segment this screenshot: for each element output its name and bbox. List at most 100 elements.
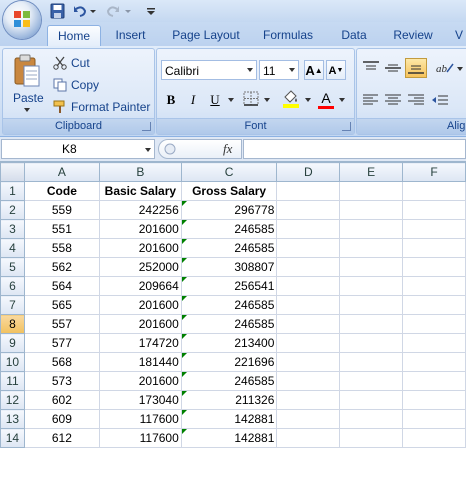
paste-button[interactable]: Paste bbox=[13, 91, 44, 105]
cell-code[interactable]: 558 bbox=[23, 238, 100, 258]
cell[interactable] bbox=[402, 428, 466, 448]
font-name-box[interactable]: Calibri bbox=[161, 60, 257, 80]
cell[interactable] bbox=[402, 238, 466, 258]
column-header[interactable]: C bbox=[180, 162, 278, 182]
cell[interactable] bbox=[276, 200, 341, 220]
row-header[interactable]: 13 bbox=[0, 409, 25, 429]
cell[interactable] bbox=[339, 409, 404, 429]
cell[interactable] bbox=[402, 181, 466, 201]
row-header[interactable]: 3 bbox=[0, 219, 25, 239]
grow-font-button[interactable]: A▲ bbox=[304, 60, 324, 80]
cell-gross-salary[interactable]: 256541 bbox=[180, 276, 278, 296]
font-color-button[interactable]: A bbox=[316, 87, 336, 107]
cell[interactable] bbox=[276, 371, 341, 391]
cell-gross-salary[interactable]: 211326 bbox=[180, 390, 278, 410]
cell[interactable] bbox=[402, 371, 466, 391]
cell[interactable] bbox=[276, 333, 341, 353]
tab-home[interactable]: Home bbox=[47, 25, 101, 47]
cell-basic-salary[interactable]: 181440 bbox=[98, 352, 182, 372]
undo-dropdown-icon[interactable] bbox=[90, 3, 96, 19]
cell-basic-salary[interactable]: 201600 bbox=[98, 238, 182, 258]
cell-code[interactable]: 573 bbox=[23, 371, 100, 391]
redo-dropdown-icon[interactable] bbox=[125, 3, 131, 19]
cell[interactable] bbox=[276, 428, 341, 448]
row-header[interactable]: 14 bbox=[0, 428, 25, 448]
cut-button[interactable]: Cut bbox=[71, 56, 90, 70]
cell[interactable] bbox=[276, 219, 341, 239]
row-header[interactable]: 7 bbox=[0, 295, 25, 315]
cell-gross-salary[interactable]: 142881 bbox=[180, 409, 278, 429]
column-header[interactable]: B bbox=[98, 162, 182, 182]
cell-code[interactable]: 557 bbox=[23, 314, 100, 334]
row-header[interactable]: 8 bbox=[0, 314, 25, 334]
cell-gross-salary[interactable]: 246585 bbox=[180, 371, 278, 391]
formula-input[interactable] bbox=[243, 139, 466, 159]
cell-basic-salary[interactable]: 201600 bbox=[98, 219, 182, 239]
cell-header[interactable]: Gross Salary bbox=[180, 181, 278, 201]
cell-gross-salary[interactable]: 246585 bbox=[180, 314, 278, 334]
row-header[interactable]: 12 bbox=[0, 390, 25, 410]
cell[interactable] bbox=[402, 257, 466, 277]
row-header[interactable]: 10 bbox=[0, 352, 25, 372]
cell-basic-salary[interactable]: 252000 bbox=[98, 257, 182, 277]
borders-dropdown-icon[interactable] bbox=[264, 98, 270, 102]
cell-code[interactable]: 612 bbox=[23, 428, 100, 448]
redo-icon[interactable] bbox=[103, 3, 121, 19]
borders-icon[interactable] bbox=[243, 91, 261, 107]
cell-code[interactable]: 565 bbox=[23, 295, 100, 315]
cell[interactable] bbox=[402, 352, 466, 372]
cell[interactable] bbox=[402, 219, 466, 239]
select-all-corner[interactable] bbox=[0, 162, 25, 182]
tab-view[interactable]: V bbox=[452, 25, 466, 46]
cell-basic-salary[interactable]: 201600 bbox=[98, 314, 182, 334]
name-box[interactable]: K8 bbox=[1, 139, 155, 159]
cell[interactable] bbox=[339, 390, 404, 410]
cell-basic-salary[interactable]: 209664 bbox=[98, 276, 182, 296]
row-header[interactable]: 1 bbox=[0, 181, 25, 201]
cell[interactable] bbox=[402, 200, 466, 220]
cell-basic-salary[interactable]: 201600 bbox=[98, 295, 182, 315]
underline-dropdown-icon[interactable] bbox=[228, 98, 234, 102]
align-right-icon[interactable] bbox=[407, 93, 425, 107]
cell[interactable] bbox=[276, 257, 341, 277]
cell[interactable] bbox=[276, 314, 341, 334]
row-header[interactable]: 4 bbox=[0, 238, 25, 258]
orientation-dropdown-icon[interactable] bbox=[457, 67, 463, 71]
cell-code[interactable]: 577 bbox=[23, 333, 100, 353]
worksheet-grid[interactable]: A B C D E F 1 Code Basic Salary Gross Sa… bbox=[0, 162, 466, 499]
cell-gross-salary[interactable]: 246585 bbox=[180, 295, 278, 315]
shrink-font-button[interactable]: A▼ bbox=[326, 60, 346, 80]
cell[interactable] bbox=[339, 333, 404, 353]
cell[interactable] bbox=[276, 409, 341, 429]
cell[interactable] bbox=[402, 276, 466, 296]
format-painter-button[interactable]: Format Painter bbox=[71, 100, 150, 114]
top-align-icon[interactable] bbox=[362, 61, 380, 75]
row-header[interactable]: 5 bbox=[0, 257, 25, 277]
cell-gross-salary[interactable]: 142881 bbox=[180, 428, 278, 448]
cell-gross-salary[interactable]: 221696 bbox=[180, 352, 278, 372]
font-size-dropdown-icon[interactable] bbox=[289, 68, 295, 72]
tab-formulas[interactable]: Formulas bbox=[257, 25, 319, 46]
font-color-dropdown-icon[interactable] bbox=[339, 98, 345, 102]
cell-code[interactable]: 609 bbox=[23, 409, 100, 429]
cell-code[interactable]: 551 bbox=[23, 219, 100, 239]
cell[interactable] bbox=[339, 181, 404, 201]
cell-gross-salary[interactable]: 213400 bbox=[180, 333, 278, 353]
cell[interactable] bbox=[339, 314, 404, 334]
cell[interactable] bbox=[276, 181, 341, 201]
expand-formula-icon[interactable] bbox=[164, 143, 176, 155]
tab-data[interactable]: Data bbox=[332, 25, 376, 46]
cell-basic-salary[interactable]: 117600 bbox=[98, 409, 182, 429]
fill-color-dropdown-icon[interactable] bbox=[305, 98, 311, 102]
name-box-dropdown-icon[interactable] bbox=[145, 148, 151, 152]
cell[interactable] bbox=[339, 200, 404, 220]
cell-basic-salary[interactable]: 173040 bbox=[98, 390, 182, 410]
cell-gross-salary[interactable]: 246585 bbox=[180, 238, 278, 258]
clipboard-dialog-launcher[interactable] bbox=[142, 122, 151, 131]
cell[interactable] bbox=[402, 409, 466, 429]
cell-gross-salary[interactable]: 246585 bbox=[180, 219, 278, 239]
column-header[interactable]: F bbox=[402, 162, 466, 182]
cell-gross-salary[interactable]: 296778 bbox=[180, 200, 278, 220]
cell[interactable] bbox=[276, 276, 341, 296]
row-header[interactable]: 6 bbox=[0, 276, 25, 296]
